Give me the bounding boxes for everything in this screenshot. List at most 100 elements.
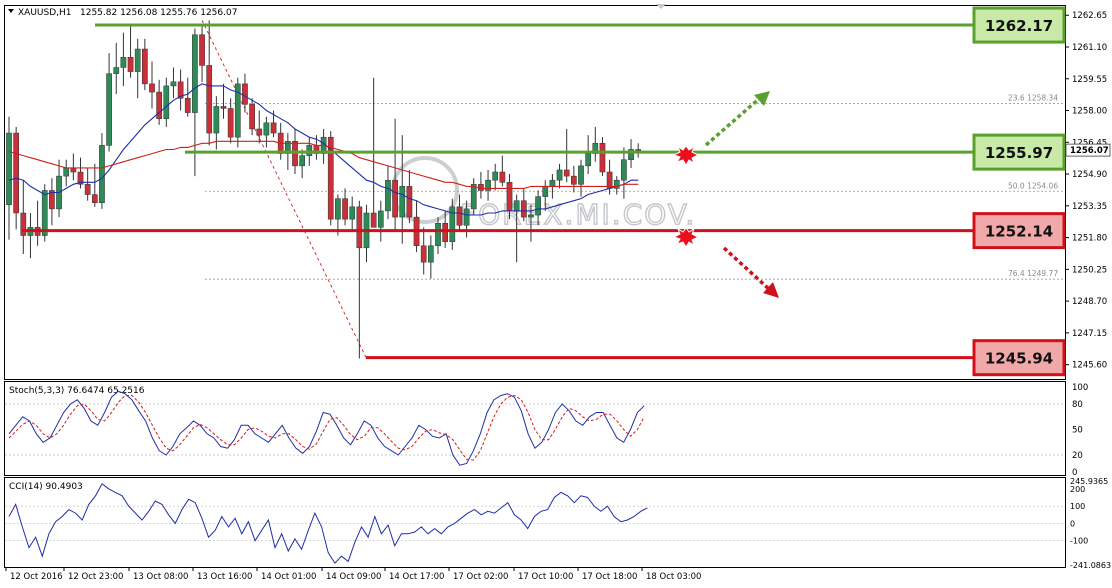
candle-body [599, 143, 606, 173]
candle-body [270, 122, 277, 134]
price-panel-frame [4, 5, 1066, 380]
time-tick-label: 17 Oct 02:00 [453, 572, 508, 582]
bullish-arrow [704, 96, 762, 147]
candle-body [463, 208, 470, 226]
fib-connector [201, 20, 367, 359]
time-tick-label: 12 Oct 23:00 [68, 572, 123, 582]
candle-body [563, 169, 570, 177]
price-tick-label: 1245.60 [1072, 361, 1107, 371]
candle-body [256, 128, 263, 136]
candle-body [499, 171, 506, 183]
price-tick-label: 1261.10 [1072, 43, 1107, 53]
ohlc-label: 1255.82 1256.08 1255.76 1256.07 [80, 8, 237, 18]
current-price-label: 1256.07 [1070, 146, 1109, 156]
candle-body [213, 106, 220, 134]
candle-body [70, 167, 77, 173]
forecast-arrows [672, 91, 779, 298]
level-label: 1255.97 [985, 144, 1053, 162]
chart-scroll-controls[interactable] [656, 4, 666, 9]
stoch-tick-label: 50 [1072, 426, 1083, 436]
candle-body [306, 145, 313, 156]
bearish-arrow-head [763, 282, 779, 298]
stoch-main-line [8, 390, 645, 466]
candle-body [470, 184, 477, 210]
candle-body [41, 190, 48, 236]
candle-body [549, 179, 556, 187]
candle-body [84, 184, 91, 195]
fib-label: 50.0 1254.06 [1008, 181, 1058, 190]
watermark-text: FOREX.MI.COV. [460, 198, 696, 231]
level-label: 1252.14 [985, 223, 1053, 241]
candle-body [406, 186, 413, 218]
cci-tick-label: -241.0863 [1070, 561, 1111, 570]
breakout-star-upper [672, 145, 700, 166]
candle-body [20, 212, 27, 236]
time-tick-label: 14 Oct 01:00 [261, 572, 316, 582]
price-tick-label: 1250.25 [1072, 265, 1107, 275]
candle-body [6, 132, 12, 206]
stoch-label: Stoch(5,3,3) 76.6474 65.2516 [9, 386, 145, 396]
time-tick-label: 13 Oct 08:00 [133, 572, 188, 582]
scroll-down-icon[interactable] [656, 4, 666, 9]
candle-body [127, 56, 134, 72]
candle-body [149, 83, 155, 93]
price-tick-label: 1247.15 [1072, 329, 1107, 339]
cci-tick-label: 100 [1070, 502, 1085, 511]
candle-body [184, 97, 191, 113]
candle-body [585, 153, 591, 167]
candle-body [370, 212, 377, 228]
price-tick-label: 1253.35 [1072, 202, 1107, 212]
candle-body [106, 73, 112, 146]
candle-body [420, 245, 427, 263]
candle-body [199, 34, 205, 66]
candle-body [220, 106, 227, 109]
candle-body [528, 214, 534, 218]
symbol-dropdown-icon[interactable] [8, 9, 14, 13]
time-tick-label: 18 Oct 03:00 [646, 572, 701, 582]
candle-body [621, 159, 627, 181]
candle-body [120, 56, 127, 68]
candle-body [385, 179, 391, 212]
price-tick-label: 1258.00 [1072, 107, 1107, 117]
candle-body [578, 165, 584, 185]
candle-body [377, 210, 384, 228]
price-tick-label: 1254.90 [1072, 170, 1107, 180]
candle-body [399, 186, 406, 218]
bullish-arrow-head [754, 91, 770, 106]
cci-layer [5, 482, 1065, 564]
price-tick-label: 1262.65 [1072, 11, 1107, 21]
candle-body [227, 108, 234, 138]
candle-body [163, 85, 170, 119]
candle-body [249, 104, 255, 130]
price-tick-label: 1251.80 [1072, 234, 1107, 244]
cci-tick-label: 0 [1070, 519, 1075, 528]
candles-layer [6, 20, 642, 359]
candle-body [542, 186, 549, 197]
price-tick-label: 1248.70 [1072, 297, 1107, 307]
time-tick-label: 17 Oct 10:00 [518, 572, 573, 582]
level-label: 1245.94 [985, 350, 1053, 368]
stoch-tick-label: 100 [1072, 383, 1088, 393]
candle-body [63, 167, 70, 177]
level-label: 1262.17 [985, 17, 1053, 35]
bearish-arrow [722, 246, 772, 292]
candle-body [263, 122, 270, 136]
candle-body [13, 132, 19, 214]
candle-body [442, 222, 448, 242]
candle-body [142, 48, 148, 85]
candle-body [99, 145, 105, 203]
time-tick-label: 12 Oct 2016 [10, 572, 63, 582]
candle-body [506, 182, 513, 212]
candle-body [192, 34, 198, 113]
candle-body [134, 48, 141, 72]
fib-label: 23.6 1258.34 [1008, 94, 1058, 103]
cci-label: CCI(14) 90.4903 [9, 482, 83, 492]
candle-body [349, 206, 356, 220]
cci-tick-label: 200 [1070, 485, 1085, 494]
candle-body [571, 175, 577, 185]
candle-body [342, 198, 348, 220]
price-tick-label: 1259.55 [1072, 75, 1107, 85]
axis-layer: 1262.651261.101259.551258.001256.451254.… [5, 11, 1111, 582]
candle-body [456, 206, 463, 226]
time-tick-label: 13 Oct 16:00 [197, 572, 252, 582]
